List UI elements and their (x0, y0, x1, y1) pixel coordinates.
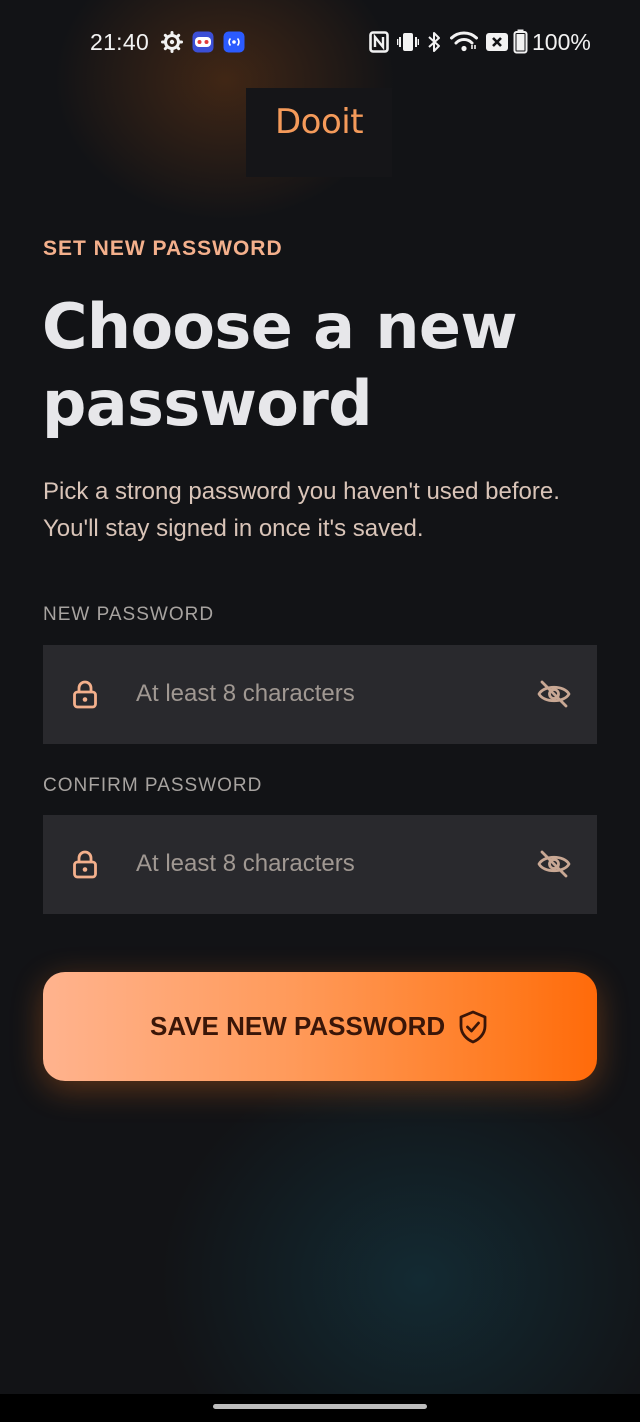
lock-icon (71, 849, 99, 884)
broadcast-app-icon (223, 31, 245, 58)
shield-check-icon (458, 1010, 488, 1049)
lock-icon (71, 679, 99, 714)
confirm-password-label: CONFIRM PASSWORD (43, 775, 263, 796)
app-logo-block: Dooit (246, 88, 392, 177)
battery-percentage: 100% (532, 29, 591, 55)
battery-icon (513, 29, 528, 59)
settings-gear-icon (161, 31, 183, 58)
new-password-label: NEW PASSWORD (43, 604, 215, 625)
app-logo: Dooit (274, 102, 364, 142)
confirm-password-field[interactable] (43, 815, 597, 914)
system-nav-bar (0, 1394, 640, 1422)
status-bar: 21:40 100% (0, 0, 640, 88)
page-title: Choose a new password (42, 290, 518, 440)
screen: 21:40 100% Dooit SET NEW PASSWORD Choose… (0, 0, 640, 1422)
bluetooth-icon (427, 31, 441, 58)
nfc-icon (369, 31, 389, 58)
save-new-password-button[interactable]: SAVE NEW PASSWORD (43, 972, 597, 1081)
confirm-password-input[interactable] (136, 843, 516, 885)
page-eyebrow: SET NEW PASSWORD (43, 237, 283, 260)
wifi-icon (450, 30, 478, 57)
game-app-icon (192, 31, 214, 58)
sim-blocked-icon (485, 32, 509, 57)
page-subtitle: Pick a strong password you haven't used … (43, 478, 560, 542)
new-password-field[interactable] (43, 645, 597, 744)
vibrate-icon (396, 31, 420, 58)
eye-off-icon[interactable] (537, 849, 571, 884)
new-password-input[interactable] (136, 673, 516, 715)
eye-off-icon[interactable] (537, 679, 571, 714)
save-button-label: SAVE NEW PASSWORD (150, 1011, 446, 1041)
home-indicator[interactable] (213, 1404, 427, 1409)
status-time: 21:40 (90, 29, 150, 55)
